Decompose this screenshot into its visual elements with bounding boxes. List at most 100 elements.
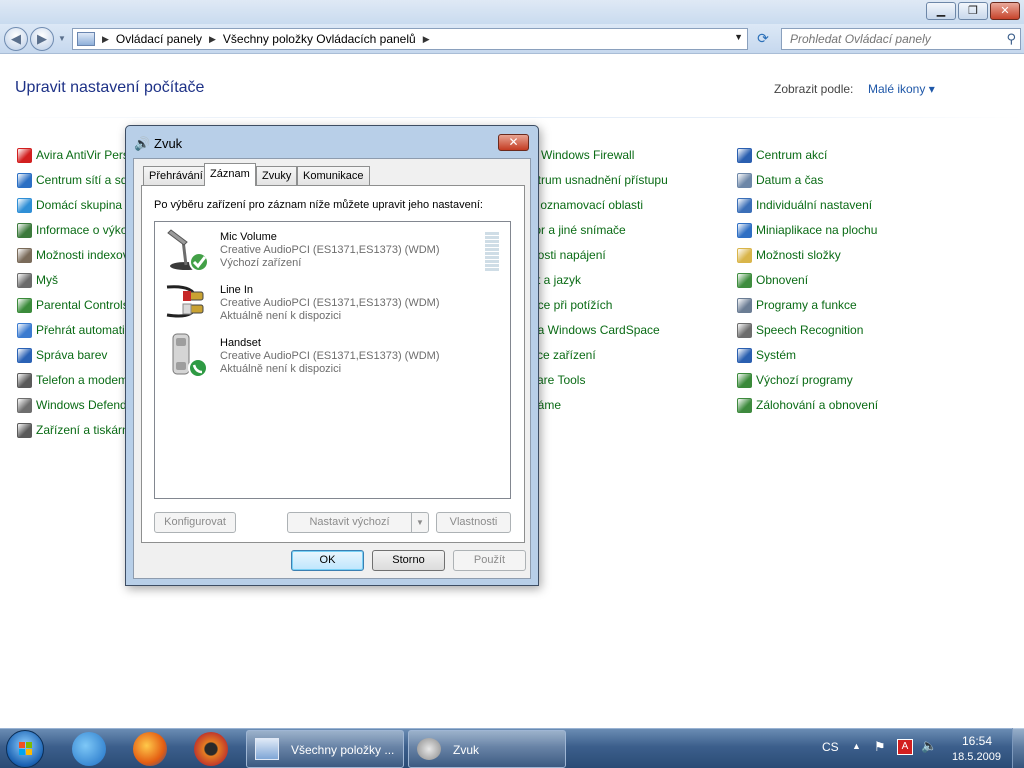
parental-icon — [17, 297, 32, 313]
clock-time[interactable]: 16:54 — [962, 734, 992, 748]
view-by-dropdown[interactable]: Malé ikony ▾ — [868, 82, 935, 96]
control-panel-item-label: nosti napájení — [531, 248, 606, 262]
address-history-dropdown-icon[interactable]: ▼ — [734, 32, 743, 42]
language-indicator[interactable]: CS — [822, 740, 839, 754]
control-panel-item[interactable]: Domácí skupina — [17, 196, 122, 214]
start-button[interactable] — [6, 730, 44, 768]
control-panel-item[interactable]: Windows Defender — [17, 396, 137, 414]
control-panel-item-label: Individuální nastavení — [756, 198, 873, 212]
control-panel-item[interactable]: Parental Controls — [17, 296, 129, 314]
breadcrumb-all-items[interactable]: Všechny položky Ovládacích panelů — [219, 32, 420, 46]
maximize-button[interactable]: ❐ — [958, 2, 988, 20]
control-panel-item[interactable]: Přehrát automaticky — [17, 321, 143, 339]
control-panel-item[interactable]: Zálohování a obnovení — [737, 396, 878, 414]
show-hidden-icons-icon[interactable]: ▲ — [852, 741, 861, 751]
tab-recording[interactable]: Záznam — [204, 163, 256, 186]
recording-device-list: Mic Volume Creative AudioPCI (ES1371,ES1… — [154, 221, 511, 499]
control-panel-item[interactable]: ntrum usnadnění přístupu — [531, 171, 668, 189]
color-icon — [17, 347, 32, 363]
control-panel-item[interactable]: Možnosti složky — [737, 246, 841, 264]
device-driver: Creative AudioPCI (ES1371,ES1373) (WDM) — [220, 350, 440, 362]
refresh-button[interactable]: ⟳ — [752, 30, 774, 50]
taskbar-item-control-panel[interactable]: Všechny položky ... — [246, 730, 404, 768]
control-panel-item-label: vare Tools — [531, 373, 586, 387]
back-button[interactable]: ◀ — [4, 27, 28, 51]
ok-button[interactable]: OK — [291, 550, 364, 571]
internet-explorer-icon[interactable] — [72, 732, 106, 766]
control-panel-item[interactable]: y oznamovací oblasti — [531, 196, 643, 214]
action-center-flag-icon[interactable]: ⚑ — [874, 739, 886, 755]
control-panel-item-label: Domácí skupina — [36, 198, 123, 212]
control-panel-item-label: tor a jiné snímače — [531, 223, 626, 237]
control-panel-item[interactable]: tor a jiné snímače — [531, 221, 626, 239]
minimize-button[interactable]: ▁ — [926, 2, 956, 20]
clock-date[interactable]: 18.5.2009 — [952, 751, 1001, 763]
homegroup-icon — [17, 197, 32, 213]
set-default-button[interactable]: Nastavit výchozí — [309, 516, 389, 528]
control-panel-item[interactable]: ba Windows CardSpace — [531, 321, 660, 339]
breadcrumb-separator-icon[interactable]: ▶ — [420, 34, 433, 45]
cancel-button[interactable]: Storno — [372, 550, 445, 571]
control-panel-item-label: Obnovení — [756, 273, 809, 287]
device-status: Aktuálně není k dispozici — [220, 310, 342, 322]
control-panel-item[interactable]: Informace o výkonu — [17, 221, 141, 239]
control-panel-item[interactable]: Programy a funkce — [737, 296, 857, 314]
configure-button[interactable]: Konfigurovat — [154, 512, 236, 533]
search-icon[interactable]: ⚲ — [1006, 31, 1016, 47]
control-panel-item-label: dce při potížích — [531, 298, 613, 312]
control-panel-item[interactable]: Miniaplikace na plochu — [737, 221, 877, 239]
device-handset[interactable]: Handset Creative AudioPCI (ES1371,ES1373… — [155, 330, 495, 380]
control-panel-item[interactable]: a Windows Firewall — [531, 146, 634, 164]
control-panel-item[interactable]: vare Tools — [531, 371, 585, 389]
control-panel-item[interactable]: Zařízení a tiskárny — [17, 421, 135, 439]
chevron-down-icon[interactable]: ▼ — [411, 513, 428, 532]
folder-icon — [737, 247, 752, 263]
control-panel-item[interactable]: Individuální nastavení — [737, 196, 872, 214]
system-icon — [737, 347, 752, 363]
control-panel-item-label: Windows Defender — [36, 398, 138, 412]
phone-icon — [17, 372, 32, 388]
search-input[interactable] — [782, 29, 992, 49]
close-window-button[interactable]: ✕ — [990, 2, 1020, 20]
control-panel-item[interactable]: Datum a čas — [737, 171, 823, 189]
printer-icon — [17, 422, 32, 438]
avira-tray-icon[interactable]: A — [897, 739, 913, 755]
forward-arrow-icon: ▶ — [37, 31, 47, 46]
tab-sounds[interactable]: Zvuky — [256, 166, 298, 185]
volume-icon[interactable]: 🔈 — [921, 738, 937, 754]
tab-communications[interactable]: Komunikace — [297, 166, 370, 185]
tab-playback[interactable]: Přehrávání — [143, 166, 209, 185]
control-panel-item[interactable]: vce zařízení — [531, 346, 596, 364]
forward-button[interactable]: ▶ — [30, 27, 54, 51]
properties-button[interactable]: Vlastnosti — [436, 512, 511, 533]
breadcrumb-control-panel[interactable]: Ovládací panely — [112, 32, 206, 46]
address-bar[interactable]: ▶ Ovládací panely ▶ Všechny položky Ovlá… — [72, 28, 748, 50]
control-panel-item[interactable]: Telefon a modem — [17, 371, 128, 389]
instruction-text: Po výběru zařízení pro záznam níže můžet… — [154, 199, 483, 211]
breadcrumb-separator-icon[interactable]: ▶ — [206, 34, 219, 45]
control-panel-item-label: y oznamovací oblasti — [531, 198, 644, 212]
gadgets-icon — [737, 222, 752, 238]
show-desktop-button[interactable] — [1012, 728, 1024, 768]
device-line-in[interactable]: Line In Creative AudioPCI (ES1371,ES1373… — [155, 277, 495, 327]
media-app-icon[interactable] — [194, 732, 228, 766]
control-panel-item[interactable]: dce při potížích — [531, 296, 612, 314]
breadcrumb-separator-icon[interactable]: ▶ — [99, 34, 112, 45]
firefox-icon[interactable] — [133, 732, 167, 766]
control-panel-item[interactable]: nosti napájení — [531, 246, 606, 264]
control-panel-item[interactable]: Myš — [17, 271, 58, 289]
control-panel-item-label: Telefon a modem — [36, 373, 129, 387]
autoplay-icon — [17, 322, 32, 338]
apply-button[interactable]: Použít — [453, 550, 526, 571]
control-panel-item[interactable]: Centrum akcí — [737, 146, 827, 164]
recent-pages-dropdown[interactable]: ▼ — [58, 34, 66, 43]
control-panel-item[interactable]: Speech Recognition — [737, 321, 863, 339]
control-panel-item[interactable]: Systém — [737, 346, 796, 364]
set-default-split-button[interactable]: Nastavit výchozí ▼ — [287, 512, 429, 533]
control-panel-item[interactable]: Obnovení — [737, 271, 808, 289]
dialog-close-button[interactable]: ✕ — [498, 134, 529, 151]
control-panel-item[interactable]: Výchozí programy — [737, 371, 853, 389]
taskbar-item-sound[interactable]: Zvuk — [408, 730, 566, 768]
device-mic-volume[interactable]: Mic Volume Creative AudioPCI (ES1371,ES1… — [155, 224, 499, 274]
control-panel-item[interactable]: Správa barev — [17, 346, 107, 364]
